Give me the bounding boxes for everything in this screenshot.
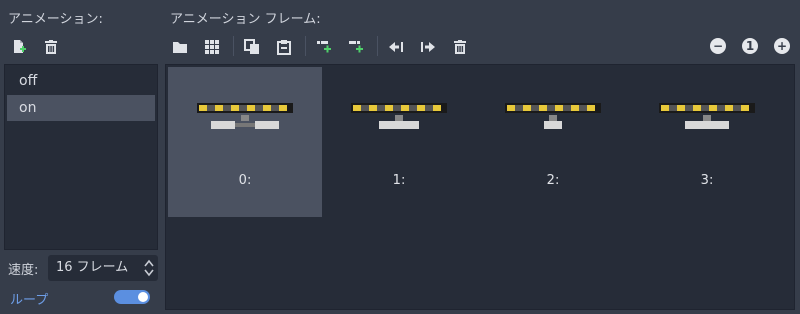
insert-frame-before-button[interactable] bbox=[313, 36, 335, 58]
delete-animation-button[interactable] bbox=[40, 36, 62, 58]
frame-sprite bbox=[197, 103, 293, 129]
new-animation-icon bbox=[14, 40, 26, 53]
animation-list[interactable]: off on bbox=[4, 64, 158, 250]
frames-title: アニメーション フレーム: bbox=[170, 12, 321, 27]
frame-label: 3: bbox=[700, 173, 714, 188]
paste-icon bbox=[277, 40, 291, 55]
insert-after-icon bbox=[349, 41, 363, 53]
new-animation-button[interactable] bbox=[8, 36, 30, 58]
frame-sprite bbox=[659, 103, 755, 129]
load-sheet-icon bbox=[205, 40, 219, 54]
zoom-reset-button[interactable]: 1 bbox=[742, 38, 758, 54]
loop-label: ループ bbox=[10, 293, 49, 308]
zoom-in-button[interactable]: + bbox=[774, 38, 790, 54]
animation-item-off[interactable]: off bbox=[19, 73, 37, 89]
insert-before-icon bbox=[317, 41, 331, 53]
load-sprite-sheet-button[interactable] bbox=[201, 36, 223, 58]
frame-sprite bbox=[351, 103, 447, 129]
insert-frame-after-button[interactable] bbox=[345, 36, 367, 58]
move-frame-right-button[interactable] bbox=[417, 36, 439, 58]
speed-value: 16 フレーム bbox=[56, 260, 129, 275]
load-frames-button[interactable] bbox=[169, 36, 191, 58]
copy-frame-button[interactable] bbox=[241, 36, 263, 58]
loop-toggle[interactable] bbox=[114, 290, 150, 304]
speed-spinbox[interactable]: 16 フレーム bbox=[48, 255, 158, 281]
toolbar-separator bbox=[377, 36, 378, 56]
frame-sprite bbox=[505, 103, 601, 129]
speed-label: 速度: bbox=[8, 263, 39, 278]
delete-frame-icon bbox=[454, 40, 466, 54]
frame-item[interactable]: 1: bbox=[322, 67, 476, 217]
copy-icon bbox=[244, 39, 259, 54]
load-folder-icon bbox=[173, 42, 187, 53]
frame-item[interactable]: 0: bbox=[168, 67, 322, 217]
frame-item[interactable]: 3: bbox=[630, 67, 784, 217]
move-frame-left-button[interactable] bbox=[385, 36, 407, 58]
toolbar-separator bbox=[233, 36, 234, 56]
spin-arrows-icon[interactable] bbox=[144, 259, 154, 277]
frame-label: 2: bbox=[546, 173, 560, 188]
frames-panel[interactable]: 0: 1: 2: 3: bbox=[165, 64, 795, 310]
toggle-knob bbox=[138, 292, 148, 302]
zoom-out-button[interactable]: − bbox=[710, 38, 726, 54]
delete-frame-button[interactable] bbox=[449, 36, 471, 58]
toolbar-separator bbox=[305, 36, 306, 56]
delete-animation-icon bbox=[45, 40, 57, 54]
move-left-icon bbox=[389, 42, 403, 52]
move-right-icon bbox=[421, 42, 435, 52]
animation-item-on[interactable]: on bbox=[7, 95, 155, 121]
animations-title: アニメーション: bbox=[8, 12, 103, 27]
frame-label: 0: bbox=[238, 173, 252, 188]
paste-frame-button[interactable] bbox=[273, 36, 295, 58]
frame-item[interactable]: 2: bbox=[476, 67, 630, 217]
frame-label: 1: bbox=[392, 173, 406, 188]
